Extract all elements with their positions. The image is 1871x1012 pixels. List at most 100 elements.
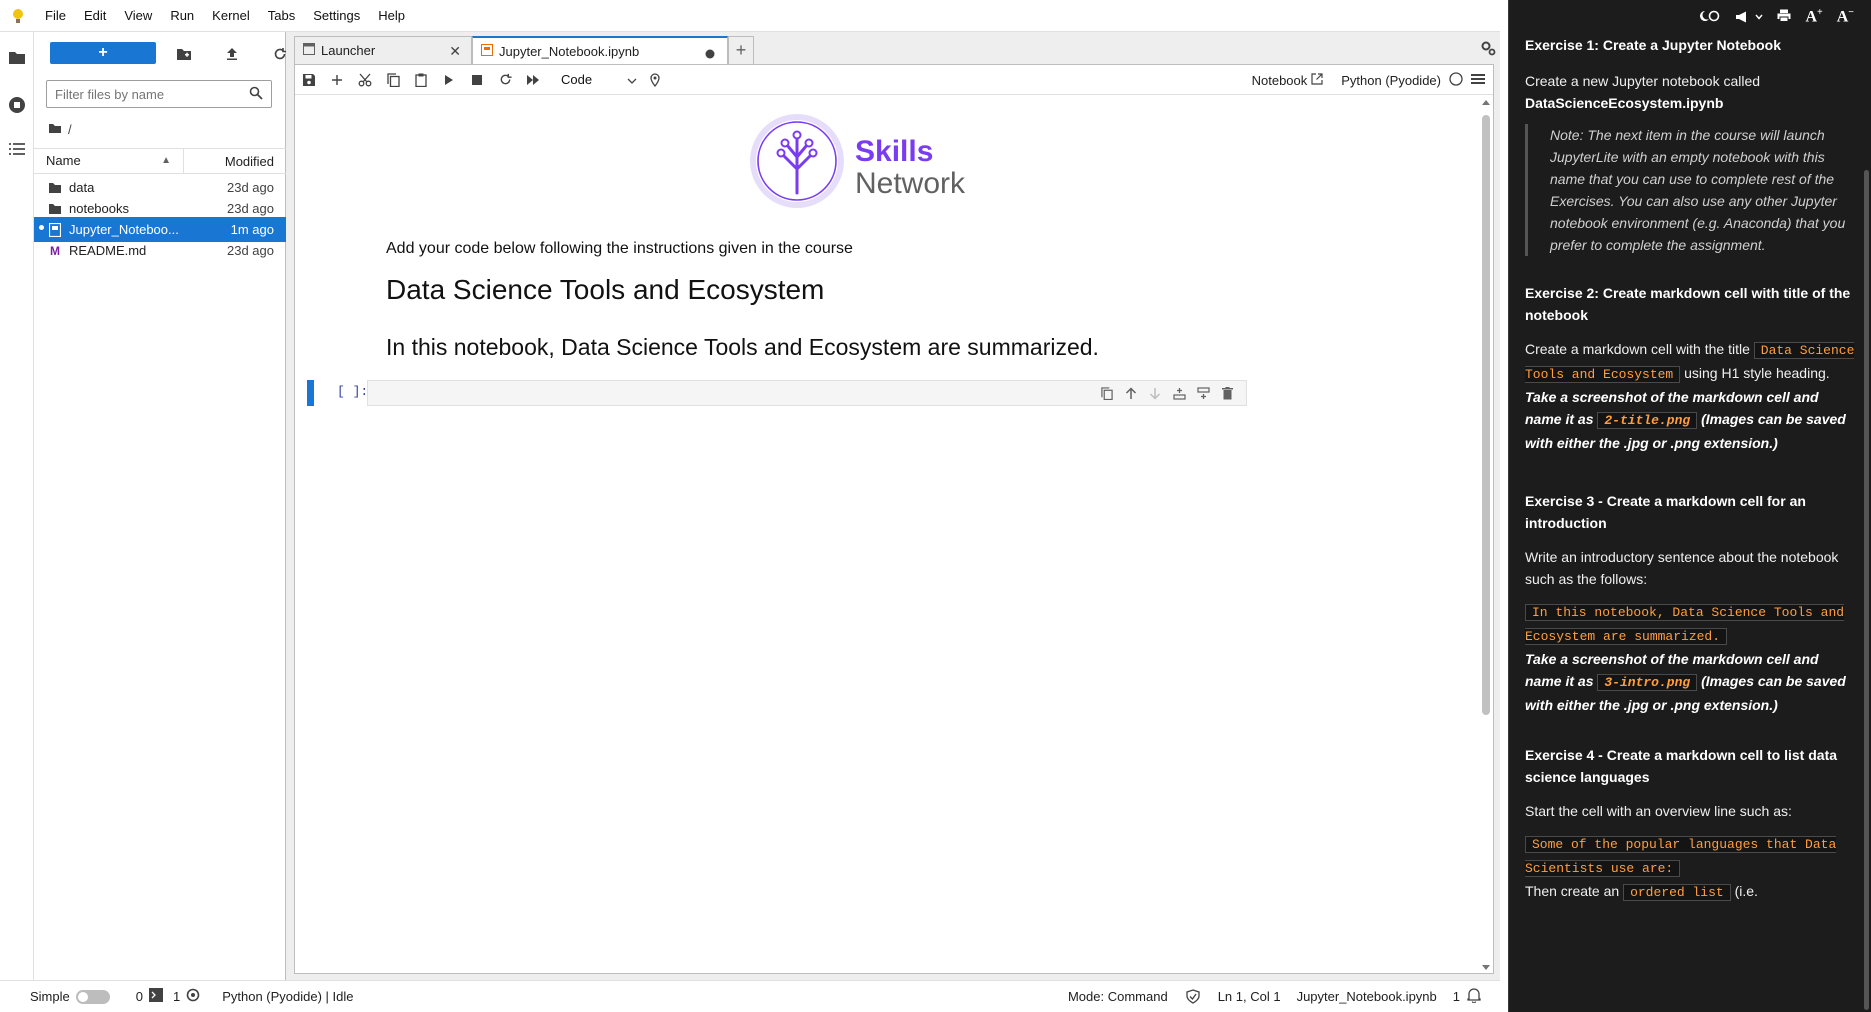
run-cell-icon[interactable]	[435, 65, 463, 95]
sort-ascending-icon: ▲	[161, 155, 171, 166]
exercise-2-text: Create a markdown cell with the title Da…	[1525, 341, 1855, 451]
terminal-count[interactable]: 0	[136, 988, 163, 1005]
file-row-readme[interactable]: M README.md 23d ago	[34, 238, 286, 263]
breadcrumb-folder-icon[interactable]	[48, 122, 62, 137]
menu-tabs[interactable]: Tabs	[259, 0, 304, 32]
code-intro-sentence: In this notebook, Data Science Tools and…	[1525, 604, 1845, 645]
filter-files-field[interactable]	[46, 80, 272, 108]
open-notebook-view-button[interactable]: Notebook	[1252, 73, 1324, 88]
code-ordered-list: ordered list	[1623, 884, 1731, 901]
cell-execution-prompt: [ ]:	[337, 384, 369, 399]
menu-run[interactable]: Run	[161, 0, 203, 32]
table-of-contents-icon[interactable]	[0, 132, 34, 166]
add-tab-button[interactable]: +	[728, 36, 754, 64]
announcement-icon[interactable]	[1735, 11, 1764, 23]
menu-view[interactable]: View	[115, 0, 161, 32]
copy-icon[interactable]	[379, 65, 407, 95]
exercise-4-text: Start the cell with an overview line suc…	[1525, 803, 1792, 819]
kernel-gear-icon	[186, 988, 200, 1005]
modified-column-header[interactable]: Modified	[184, 154, 286, 169]
search-icon	[249, 86, 263, 103]
terminal-icon	[148, 988, 163, 1005]
paste-icon[interactable]	[407, 65, 435, 95]
trusted-shield-icon[interactable]	[1186, 989, 1200, 1004]
kernel-count[interactable]: 1	[173, 988, 200, 1005]
tab-bar: Launcher ✕ Jupyter_Notebook.ipynb +	[294, 36, 1494, 65]
exercise-1-title: Exercise 1: Create a Jupyter Notebook	[1525, 37, 1781, 53]
markdown-icon: M	[50, 243, 60, 258]
kernel-status-text[interactable]: Python (Pyodide) | Idle	[222, 989, 353, 1004]
kernel-name-button[interactable]: Python (Pyodide)	[1341, 73, 1441, 88]
location-pin-icon[interactable]	[641, 65, 669, 95]
exercise-3-text: Write an introductory sentence about the…	[1525, 549, 1839, 587]
duplicate-cell-icon[interactable]	[1098, 383, 1116, 403]
toggle-switch[interactable]	[75, 989, 110, 1004]
toolbar-right-group: Notebook Python (Pyodide)	[1252, 65, 1485, 95]
skills-network-logo: Skills Network	[749, 107, 989, 217]
exercise-4-example: Some of the popular languages that Data …	[1525, 836, 1837, 901]
notification-count[interactable]: 1	[1453, 987, 1482, 1006]
new-launcher-button[interactable]: +	[50, 42, 156, 64]
unsaved-dot-icon[interactable]	[705, 46, 715, 62]
jupyter-logo-icon	[0, 0, 36, 32]
simple-mode-toggle[interactable]: Simple	[30, 989, 110, 1004]
notebook-icon	[48, 222, 62, 237]
menu-help[interactable]: Help	[369, 0, 414, 32]
exercise-1-text: Create a new Jupyter notebook called Dat…	[1525, 73, 1761, 111]
name-column-header[interactable]: Name ▲	[34, 148, 184, 174]
breadcrumb: /	[48, 118, 72, 140]
file-list-header: Name ▲ Modified	[34, 148, 286, 174]
menu-edit[interactable]: Edit	[75, 0, 115, 32]
notebook-toolbar: Code Notebook Python (Pyodide)	[295, 65, 1493, 95]
menu-file[interactable]: File	[36, 0, 75, 32]
cell-type-select[interactable]: Code	[557, 69, 641, 91]
markdown-intro-text: Add your code below following the instru…	[386, 240, 853, 257]
theme-toggle-icon[interactable]	[1699, 9, 1721, 26]
code-popular-languages: Some of the popular languages that Data …	[1525, 836, 1837, 877]
folder-icon	[48, 203, 62, 215]
upload-icon[interactable]	[220, 42, 244, 66]
exercise-2-title: Exercise 2: Create markdown cell with ti…	[1525, 285, 1851, 323]
bell-icon	[1466, 987, 1482, 1006]
restart-run-all-icon[interactable]	[519, 65, 547, 95]
menu-settings[interactable]: Settings	[304, 0, 369, 32]
move-cell-down-icon[interactable]	[1146, 383, 1164, 403]
insert-cell-below-icon[interactable]	[1194, 383, 1212, 403]
insert-cell-above-icon[interactable]	[1170, 383, 1188, 403]
notebook-panel: Code Notebook Python (Pyodide) Skills Ne…	[294, 64, 1494, 974]
running-indicator	[39, 225, 44, 230]
cut-icon[interactable]	[351, 65, 379, 95]
tab-launcher[interactable]: Launcher ✕	[294, 36, 472, 64]
decrease-font-icon[interactable]: A−	[1837, 7, 1854, 26]
insert-cell-icon[interactable]	[323, 65, 351, 95]
folder-icon	[48, 182, 62, 194]
code-cell-input[interactable]	[367, 380, 1247, 406]
save-icon[interactable]	[295, 65, 323, 95]
file-browser-folder-icon[interactable]	[0, 40, 34, 74]
breadcrumb-root[interactable]: /	[68, 122, 72, 137]
markdown-h1-title: Data Science Tools and Ecosystem	[386, 274, 825, 305]
cursor-position[interactable]: Ln 1, Col 1	[1218, 989, 1281, 1004]
new-folder-icon[interactable]	[172, 42, 196, 66]
property-inspector-gear-icon[interactable]	[1480, 40, 1496, 59]
interrupt-kernel-icon[interactable]	[463, 65, 491, 95]
notebook-content: Skills Network Add your code below follo…	[295, 96, 1477, 973]
delete-cell-icon[interactable]	[1218, 383, 1236, 403]
print-icon[interactable]	[1777, 9, 1791, 25]
increase-font-icon[interactable]: A+	[1805, 7, 1822, 26]
restart-kernel-icon[interactable]	[491, 65, 519, 95]
exercise-1-note: Note: The next item in the course will l…	[1525, 124, 1855, 256]
close-tab-icon[interactable]: ✕	[449, 43, 461, 60]
markdown-h2-summary: In this notebook, Data Science Tools and…	[386, 334, 1099, 360]
tab-jupyter-notebook[interactable]: Jupyter_Notebook.ipynb	[472, 36, 728, 65]
move-cell-up-icon[interactable]	[1122, 383, 1140, 403]
launcher-icon	[303, 43, 315, 58]
main-dock-area: Launcher ✕ Jupyter_Notebook.ipynb + Code…	[286, 32, 1500, 980]
instructions-scrollbar[interactable]	[1864, 170, 1869, 1010]
menu-kernel[interactable]: Kernel	[203, 0, 259, 32]
running-sessions-icon[interactable]	[0, 88, 34, 122]
filter-files-input[interactable]	[55, 86, 235, 102]
right-sidebar-rail	[1476, 32, 1500, 980]
jupyterlite-app: File Edit View Run Kernel Tabs Settings …	[0, 0, 1500, 1012]
